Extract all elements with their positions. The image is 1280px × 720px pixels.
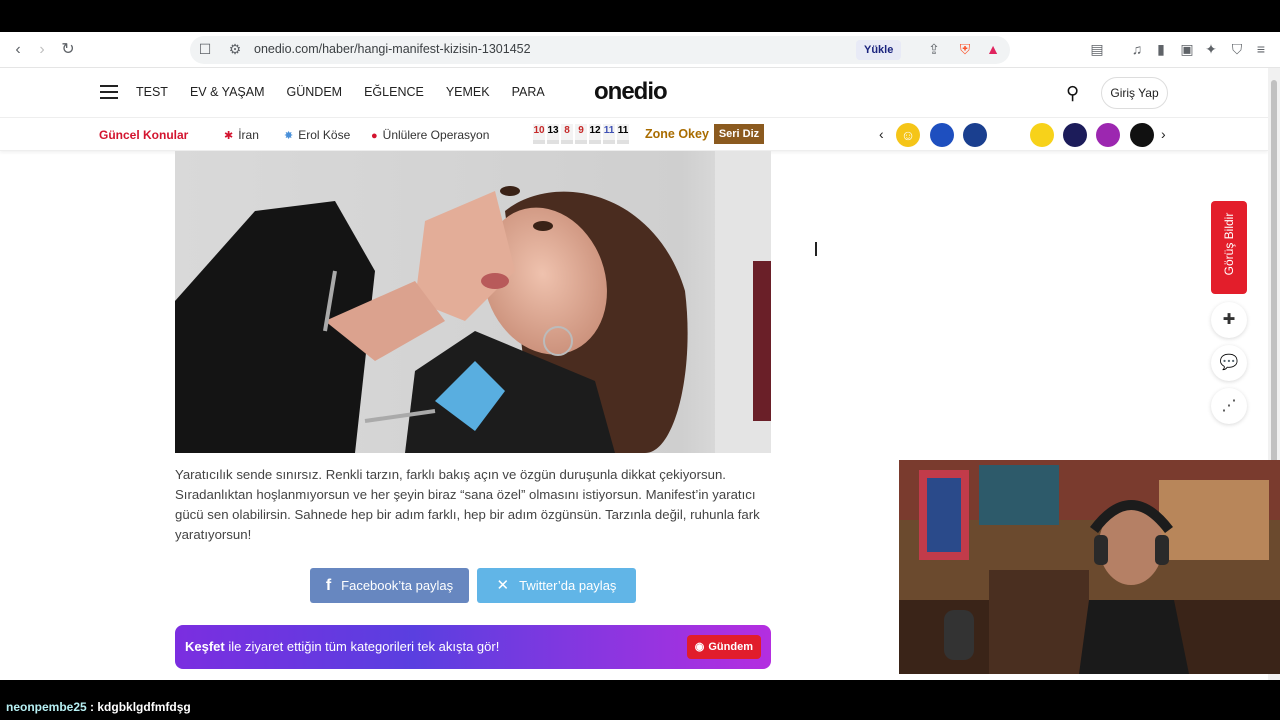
brand-bizpop-icon[interactable] xyxy=(1096,123,1120,147)
hamburger-menu-icon[interactable] xyxy=(100,85,118,99)
okey-tile: 9 xyxy=(575,124,587,144)
topic-iran[interactable]: ✱ İran xyxy=(224,128,259,142)
chat-text: : kdgbklgdfmfdşg xyxy=(86,700,191,714)
discover-bold: Keşfet xyxy=(185,639,225,654)
nav-item-yemek[interactable]: YEMEK xyxy=(446,85,490,99)
nav-item-eglence[interactable]: EĞLENCE xyxy=(364,85,424,99)
vpn-icon[interactable]: ⛉ xyxy=(1228,40,1246,58)
search-icon[interactable]: ⚲ xyxy=(1066,83,1079,104)
sidebar-icon[interactable]: ▮ xyxy=(1152,40,1170,58)
brand-emoji-icon[interactable] xyxy=(1130,123,1154,147)
nav-item-ev-yasam[interactable]: EV & YAŞAM xyxy=(190,85,265,99)
site-settings-icon[interactable]: ⚙ xyxy=(226,40,244,58)
nav-item-gundem[interactable]: GÜNDEM xyxy=(287,85,343,99)
okey-tile: 13 xyxy=(547,124,559,144)
share-network-icon[interactable]: ⋰ xyxy=(1211,388,1247,424)
smiley-brand-icon[interactable]: ☺ xyxy=(896,123,920,147)
topics-label: Güncel Konular xyxy=(99,128,189,142)
browser-toolbar: ‹ › ↻ ☐ ⚙ onedio.com/haber/hangi-manifes… xyxy=(0,32,1280,68)
twitter-share-label: Twitter’da paylaş xyxy=(519,578,617,593)
brave-rewards-icon[interactable]: ▲ xyxy=(984,40,1002,58)
gundem-label: Gündem xyxy=(708,641,753,653)
url-text[interactable]: onedio.com/haber/hangi-manifest-kizisin-… xyxy=(254,42,531,56)
webcam-overlay xyxy=(899,460,1280,674)
topic-unlulere-operasyon[interactable]: ● Ünlülere Operasyon xyxy=(371,128,489,142)
okey-tile: 8 xyxy=(561,124,573,144)
facebook-icon: f xyxy=(325,577,332,594)
topic-erol-kose[interactable]: ✸ Erol Köse xyxy=(284,128,350,142)
chevron-left-icon[interactable]: ‹ xyxy=(879,126,884,142)
menu-icon[interactable]: ≡ xyxy=(1252,40,1270,58)
topic-label: Erol Köse xyxy=(298,128,351,142)
star-icon: ✸ xyxy=(284,130,294,142)
topics-bar: Güncel Konular ✱ İran ✸ Erol Köse ● Ünlüler… xyxy=(0,118,1268,151)
brand-yellow-icon[interactable] xyxy=(1030,123,1054,147)
zone-okey-tiles[interactable]: 10 13 8 9 12 11 11 xyxy=(533,124,629,144)
facebook-share-button[interactable]: f Facebook’ta paylaş xyxy=(310,568,469,603)
discover-text: ile ziyaret ettiğin tüm kategorileri tek… xyxy=(224,639,500,654)
reload-icon[interactable]: ↻ xyxy=(58,40,78,60)
share-icon[interactable]: ⇪ xyxy=(925,40,943,58)
facebook-share-label: Facebook’ta paylaş xyxy=(341,578,454,593)
twitter-share-button[interactable]: ✕ Twitter’da paylaş xyxy=(477,568,636,603)
nav-item-para[interactable]: PARA xyxy=(512,85,545,99)
reader-mode-icon[interactable]: ▤ xyxy=(1088,40,1106,58)
article-image xyxy=(175,151,771,453)
okey-tile: 11 xyxy=(603,124,615,144)
gundem-logo-icon: ◉ xyxy=(694,641,705,653)
topic-label: Ünlülere Operasyon xyxy=(382,128,490,142)
discover-banner[interactable]: Keşfet ile ziyaret ettiğin tüm kategoril… xyxy=(175,625,771,669)
mouse-cursor xyxy=(815,242,825,256)
site-logo[interactable]: onedio xyxy=(594,78,668,106)
media-icon[interactable]: ♫ xyxy=(1128,40,1146,58)
main-nav: TEST EV & YAŞAM GÜNDEM EĞLENCE YEMEK PAR… xyxy=(136,85,545,99)
star-icon: ✱ xyxy=(224,130,234,142)
brand-oralb-icon[interactable] xyxy=(963,123,987,147)
topic-label: İran xyxy=(238,128,259,142)
brand-dk-icon[interactable] xyxy=(996,123,1020,147)
bookmark-icon[interactable]: ☐ xyxy=(196,40,214,58)
okey-tile: 11 xyxy=(617,124,629,144)
chat-message: neonpembe25 : kdgbklgdfmfdşg xyxy=(6,700,191,714)
brand-star-icon[interactable] xyxy=(1063,123,1087,147)
nav-item-test[interactable]: TEST xyxy=(136,85,168,99)
ai-icon[interactable]: ✦ xyxy=(1202,40,1220,58)
feedback-label: Görüş Bildir xyxy=(1222,212,1236,276)
okey-tile: 12 xyxy=(589,124,601,144)
brand-philips-icon[interactable] xyxy=(930,123,954,147)
feedback-button[interactable]: Görüş Bildir xyxy=(1211,201,1247,294)
address-bar[interactable]: ☐ ⚙ onedio.com/haber/hangi-manifest-kizi… xyxy=(190,36,1010,64)
chat-username: neonpembe25 xyxy=(6,700,87,714)
login-button[interactable]: Giriş Yap xyxy=(1101,77,1168,109)
stream-top-bar xyxy=(0,0,1280,32)
back-icon[interactable]: ‹ xyxy=(8,40,28,60)
add-bookmark-icon[interactable]: ✚ xyxy=(1211,302,1247,338)
forward-icon[interactable]: › xyxy=(32,40,52,60)
wallet-icon[interactable]: ▣ xyxy=(1178,40,1196,58)
comments-icon[interactable]: 💬 xyxy=(1211,345,1247,381)
gundem-button[interactable]: ◉ Gündem xyxy=(686,635,761,659)
site-header: TEST EV & YAŞAM GÜNDEM EĞLENCE YEMEK PAR… xyxy=(0,68,1268,118)
x-logo-icon: ✕ xyxy=(496,577,510,594)
chevron-right-icon[interactable]: › xyxy=(1161,126,1166,142)
seri-diz-button[interactable]: Seri Diz xyxy=(714,124,764,144)
okey-tile: 10 xyxy=(533,124,545,144)
article-paragraph: Yaratıcılık sende sınırsız. Renkli tarzı… xyxy=(175,467,760,542)
zone-okey-link[interactable]: Zone Okey xyxy=(645,127,709,141)
dot-icon: ● xyxy=(371,130,378,142)
upload-button[interactable]: Yükle xyxy=(856,40,902,60)
brave-shield-icon[interactable]: ⛨ xyxy=(956,40,974,58)
